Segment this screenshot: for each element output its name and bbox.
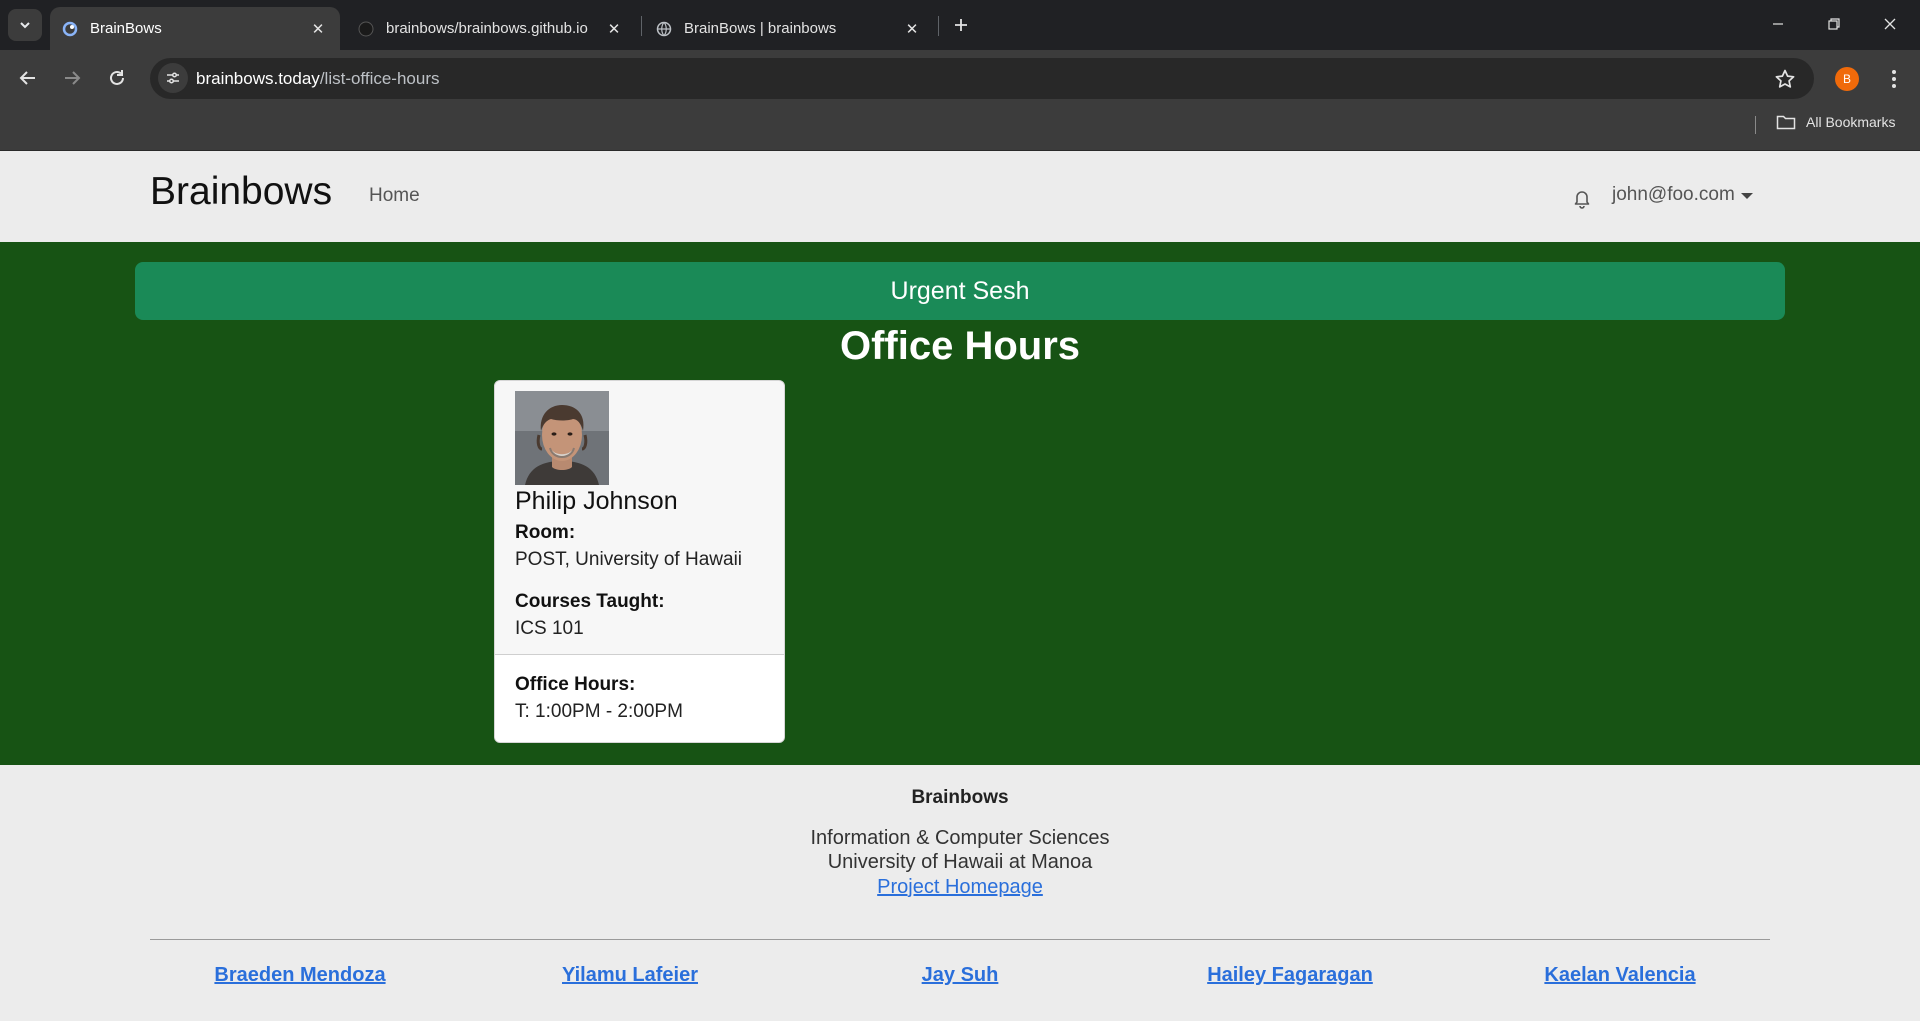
browser-toolbar: brainbows.today/list-office-hours <box>0 50 1920 106</box>
footer-university: University of Hawaii at Manoa <box>827 851 1093 873</box>
page-viewport: Brainbows Home john@foo.com Urgent Sesh … <box>0 151 1920 1021</box>
main-content: Urgent Sesh Office Hours Philip Johnson … <box>0 242 1920 765</box>
close-window-button[interactable] <box>1862 0 1918 48</box>
tune-icon <box>167 72 179 84</box>
browser-menu-button[interactable] <box>1882 64 1906 94</box>
profile-avatar[interactable]: B <box>1835 67 1859 91</box>
close-tab-icon[interactable]: ✕ <box>902 19 922 39</box>
brainbows-favicon-icon <box>62 21 78 37</box>
minimize-icon <box>1773 23 1783 25</box>
tab-separator <box>938 16 939 36</box>
footer-divider <box>150 939 1770 940</box>
room-value: POST, University of Hawaii <box>515 549 743 570</box>
brand-logo[interactable]: Brainbows <box>150 170 332 214</box>
bookmarks-separator <box>1755 116 1756 134</box>
close-tab-icon[interactable]: ✕ <box>308 19 328 39</box>
url-host: brainbows.today <box>196 69 320 88</box>
tab-github[interactable]: brainbows/brainbows.github.io ✕ <box>346 7 636 50</box>
bell-icon[interactable] <box>1571 187 1593 209</box>
close-icon <box>1884 18 1896 30</box>
card-footer: Office Hours: T: 1:00PM - 2:00PM <box>495 655 784 742</box>
tab-brainbows-org[interactable]: BrainBows | brainbows ✕ <box>644 7 934 50</box>
reload-button[interactable] <box>98 59 136 97</box>
tab-strip: BrainBows ✕ brainbows/brainbows.github.i… <box>0 0 1920 50</box>
tab-title: brainbows/brainbows.github.io <box>386 20 588 37</box>
footer-link-row: Project Homepage <box>0 876 1920 899</box>
room-label: Room: <box>515 522 576 543</box>
github-icon <box>358 21 374 37</box>
courses-value: ICS 101 <box>515 618 584 639</box>
site-footer: Brainbows Information & Computer Science… <box>0 765 1920 1021</box>
project-homepage-link[interactable]: Project Homepage <box>877 876 1043 898</box>
arrow-right-icon <box>65 71 81 85</box>
close-tab-icon[interactable]: ✕ <box>604 19 624 39</box>
minimize-button[interactable] <box>1750 0 1806 48</box>
team-member-link[interactable]: Hailey Fagaragan <box>1207 964 1373 987</box>
forward-button[interactable] <box>53 59 91 97</box>
profile-photo <box>515 391 609 485</box>
arrow-left-icon <box>19 71 35 85</box>
bookmark-star-icon[interactable] <box>1774 68 1796 90</box>
user-dropdown[interactable]: john@foo.com <box>1612 184 1753 206</box>
team-member-link[interactable]: Jay Suh <box>922 964 999 987</box>
nav-home-link[interactable]: Home <box>369 185 420 207</box>
site-navbar: Brainbows Home john@foo.com <box>0 151 1920 242</box>
office-hours-card: Philip Johnson Room: POST, University of… <box>494 380 785 743</box>
chevron-down-icon <box>20 22 30 29</box>
footer-title: Brainbows <box>911 787 1009 808</box>
address-bar[interactable]: brainbows.today/list-office-hours <box>150 58 1814 99</box>
office-hours-value: T: 1:00PM - 2:00PM <box>515 701 683 722</box>
back-button[interactable] <box>9 59 47 97</box>
person-name: Philip Johnson <box>515 487 678 515</box>
more-vertical-icon <box>1892 70 1896 88</box>
tab-search-button[interactable] <box>8 9 42 41</box>
url-text: brainbows.today/list-office-hours <box>196 69 440 89</box>
all-bookmarks-label: All Bookmarks <box>1806 114 1896 130</box>
plus-icon <box>955 19 967 31</box>
team-member-link[interactable]: Kaelan Valencia <box>1544 964 1695 987</box>
folder-icon <box>1776 115 1796 130</box>
tab-brainbows[interactable]: BrainBows ✕ <box>50 7 340 50</box>
bookmarks-bar: All Bookmarks <box>0 106 1920 151</box>
team-member-link[interactable]: Braeden Mendoza <box>214 964 385 987</box>
globe-icon <box>656 21 672 37</box>
caret-down-icon <box>1740 193 1753 199</box>
courses-label: Courses Taught: <box>515 591 665 612</box>
all-bookmarks-button[interactable]: All Bookmarks <box>1776 114 1895 130</box>
reload-icon <box>110 70 124 85</box>
site-info-button[interactable] <box>158 63 188 93</box>
page-title: Office Hours <box>839 324 1081 368</box>
office-hours-label: Office Hours: <box>515 674 636 695</box>
tab-separator <box>641 16 642 36</box>
restore-button[interactable] <box>1806 0 1862 48</box>
footer-department: Information & Computer Sciences <box>810 827 1110 849</box>
user-email: john@foo.com <box>1612 184 1735 205</box>
tab-title: BrainBows | brainbows <box>684 20 837 37</box>
url-path: /list-office-hours <box>319 69 440 88</box>
restore-icon <box>1828 18 1840 30</box>
tab-title: BrainBows <box>90 20 162 37</box>
urgent-sesh-button[interactable]: Urgent Sesh <box>135 262 1785 320</box>
new-tab-button[interactable] <box>948 12 974 38</box>
team-member-link[interactable]: Yilamu Lafeier <box>562 964 698 987</box>
